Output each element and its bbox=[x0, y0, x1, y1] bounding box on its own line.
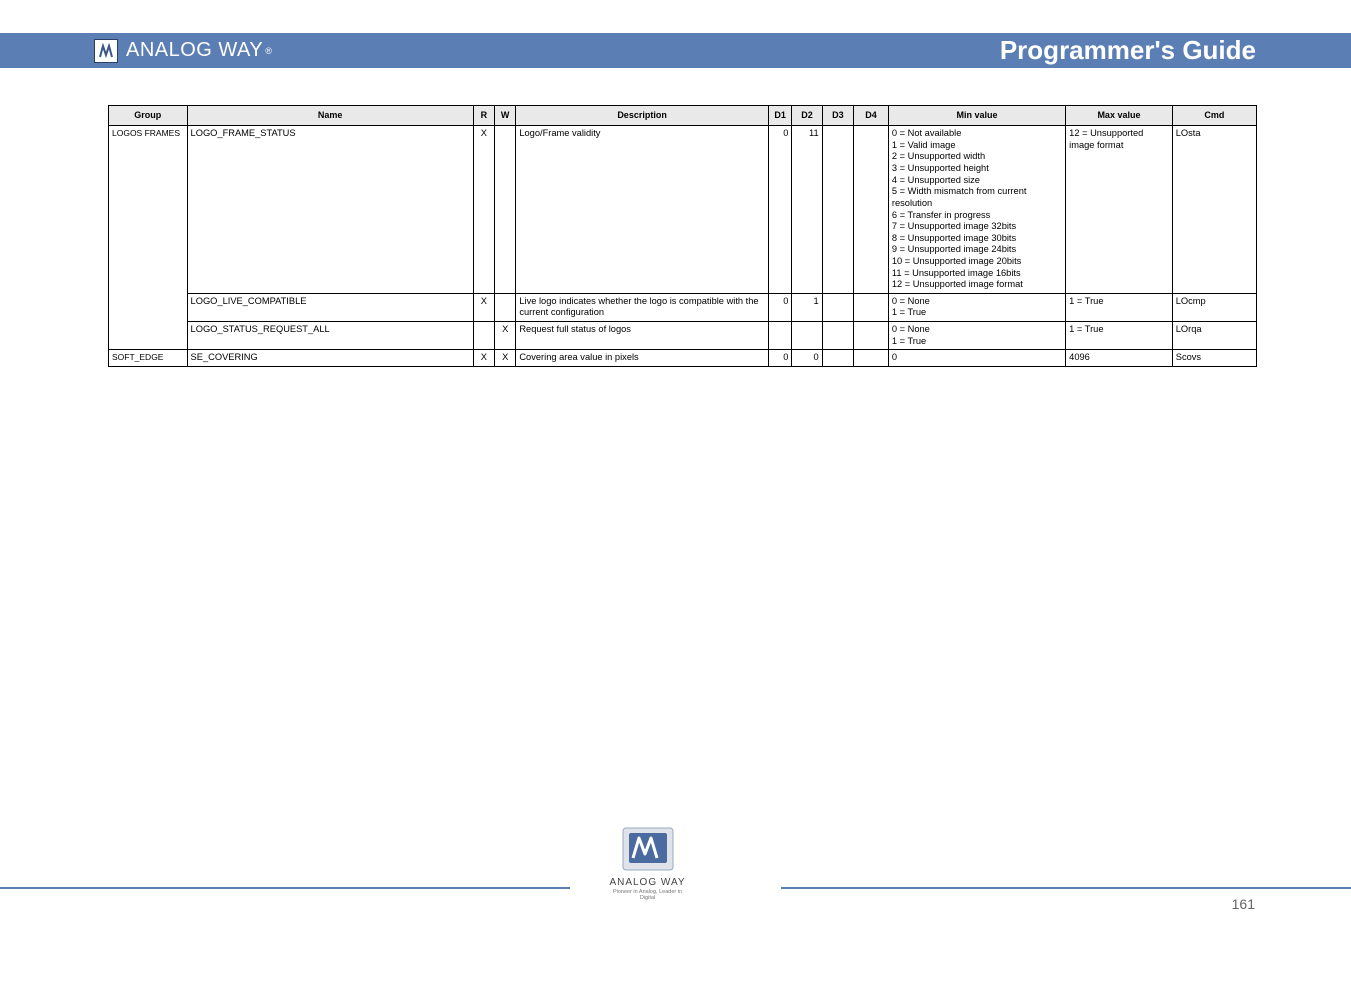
cell-name: LOGO_FRAME_STATUS bbox=[187, 126, 473, 294]
cell-d2: 11 bbox=[792, 126, 822, 294]
footer-brand-tagline: Pioneer in Analog, Leader in Digital bbox=[605, 889, 690, 901]
cell-r: X bbox=[473, 126, 494, 294]
cell-d3 bbox=[822, 126, 853, 294]
table-row: SOFT_EDGESE_COVERINGXXCovering area valu… bbox=[109, 350, 1257, 367]
table-header-row: Group Name R W Description D1 D2 D3 D4 M… bbox=[109, 106, 1257, 126]
table-row: LOGO_LIVE_COMPATIBLEX Live logo indicates… bbox=[109, 293, 1257, 321]
cell-max: 1 = True bbox=[1066, 293, 1173, 321]
cell-d3 bbox=[822, 350, 853, 367]
cell-d4 bbox=[854, 322, 889, 350]
col-d1: D1 bbox=[768, 106, 792, 126]
header-bar: ANALOG WAY ® Programmer's Guide bbox=[0, 33, 1351, 68]
col-cmd: Cmd bbox=[1172, 106, 1256, 126]
cell-w bbox=[495, 293, 516, 321]
cell-desc: Request full status of logos bbox=[516, 322, 768, 350]
cell-min: 0 = None 1 = True bbox=[888, 322, 1065, 350]
cell-group: SOFT_EDGE bbox=[109, 350, 188, 367]
col-r: R bbox=[473, 106, 494, 126]
cell-name: LOGO_LIVE_COMPATIBLE bbox=[187, 293, 473, 321]
cell-group: LOGOS FRAMES bbox=[109, 126, 188, 350]
cell-min: 0 = Not available 1 = Valid image 2 = Un… bbox=[888, 126, 1065, 294]
cell-cmd: LOsta bbox=[1172, 126, 1256, 294]
cell-r bbox=[473, 322, 494, 350]
cell-max: 1 = True bbox=[1066, 322, 1173, 350]
cell-desc: Live logo indicates whether the logo is … bbox=[516, 293, 768, 321]
col-min: Min value bbox=[888, 106, 1065, 126]
cell-d1: 0 bbox=[768, 126, 792, 294]
cell-d1: 0 bbox=[768, 293, 792, 321]
page-body: Group Name R W Description D1 D2 D3 D4 M… bbox=[0, 68, 1351, 367]
footer-brand-name: ANALOG WAY bbox=[605, 877, 690, 888]
cell-d4 bbox=[854, 350, 889, 367]
page-number: 161 bbox=[1232, 896, 1255, 912]
cell-max: 4096 bbox=[1066, 350, 1173, 367]
cell-min: 0 bbox=[888, 350, 1065, 367]
cell-d1: 0 bbox=[768, 350, 792, 367]
cell-w bbox=[495, 126, 516, 294]
cell-max: 12 = Unsupported image format bbox=[1066, 126, 1173, 294]
cell-w: X bbox=[495, 350, 516, 367]
cell-d2 bbox=[792, 322, 822, 350]
command-table: Group Name R W Description D1 D2 D3 D4 M… bbox=[108, 105, 1257, 367]
cell-cmd: LOcmp bbox=[1172, 293, 1256, 321]
cell-r: X bbox=[473, 293, 494, 321]
col-d4: D4 bbox=[854, 106, 889, 126]
cell-d4 bbox=[854, 293, 889, 321]
brand-logo-icon bbox=[94, 39, 118, 63]
footer-rule-right bbox=[781, 887, 1351, 889]
cell-d3 bbox=[822, 322, 853, 350]
cell-name: SE_COVERING bbox=[187, 350, 473, 367]
cell-r: X bbox=[473, 350, 494, 367]
col-name: Name bbox=[187, 106, 473, 126]
cell-cmd: Scovs bbox=[1172, 350, 1256, 367]
footer-logo: ANALOG WAY Pioneer in Analog, Leader in … bbox=[605, 824, 690, 901]
cell-d4 bbox=[854, 126, 889, 294]
cell-d1 bbox=[768, 322, 792, 350]
col-group: Group bbox=[109, 106, 188, 126]
col-d3: D3 bbox=[822, 106, 853, 126]
col-w: W bbox=[495, 106, 516, 126]
page-title: Programmer's Guide bbox=[1000, 33, 1256, 68]
col-desc: Description bbox=[516, 106, 768, 126]
brand: ANALOG WAY ® bbox=[94, 33, 272, 68]
cell-d2: 0 bbox=[792, 350, 822, 367]
cell-cmd: LOrqa bbox=[1172, 322, 1256, 350]
col-max: Max value bbox=[1066, 106, 1173, 126]
page-footer: ANALOG WAY Pioneer in Analog, Leader in … bbox=[0, 809, 1351, 954]
table-row: LOGOS FRAMESLOGO_FRAME_STATUSXLogo/Frame… bbox=[109, 126, 1257, 294]
col-d2: D2 bbox=[792, 106, 822, 126]
brand-name: ANALOG WAY bbox=[126, 39, 263, 62]
cell-name: LOGO_STATUS_REQUEST_ALL bbox=[187, 322, 473, 350]
table-row: LOGO_STATUS_REQUEST_ALL XRequest full sta… bbox=[109, 322, 1257, 350]
cell-desc: Covering area value in pixels bbox=[516, 350, 768, 367]
cell-w: X bbox=[495, 322, 516, 350]
cell-min: 0 = None 1 = True bbox=[888, 293, 1065, 321]
footer-rule-left bbox=[0, 887, 570, 889]
cell-d2: 1 bbox=[792, 293, 822, 321]
brand-reg: ® bbox=[265, 46, 272, 56]
cell-d3 bbox=[822, 293, 853, 321]
cell-desc: Logo/Frame validity bbox=[516, 126, 768, 294]
